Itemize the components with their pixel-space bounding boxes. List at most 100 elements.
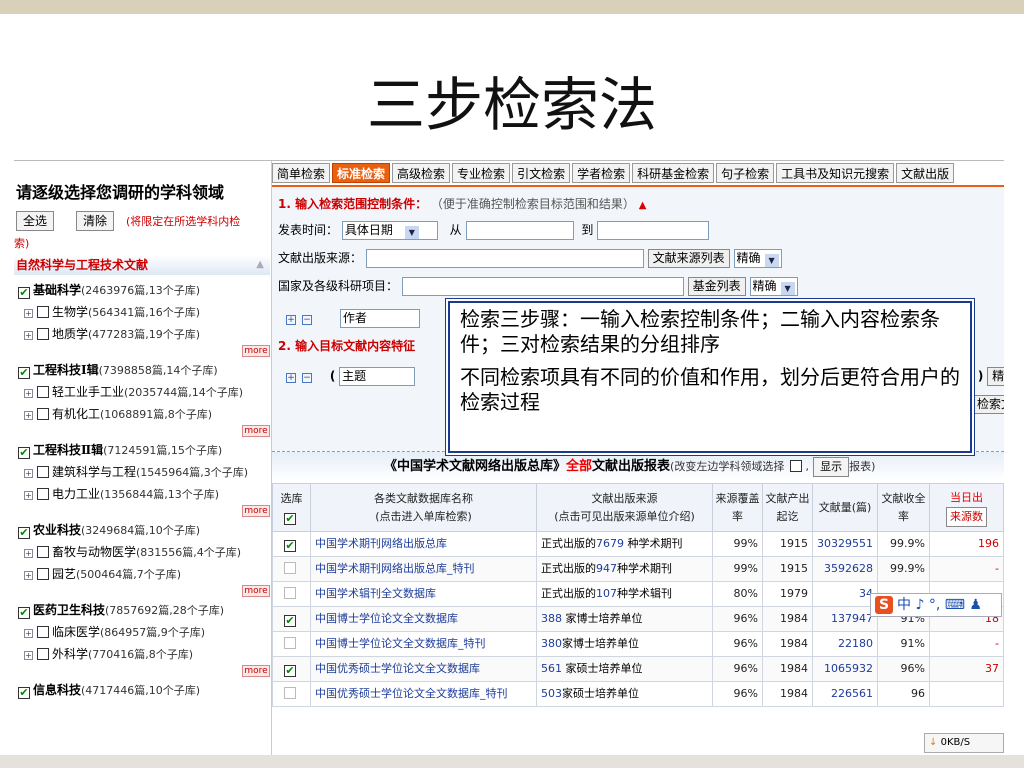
source-count-link[interactable]: 7679	[596, 537, 624, 550]
subject-item[interactable]: ✔ 基础科学(2463976篇,13个子库)	[14, 279, 270, 301]
subject-item[interactable]: + 轻工业手工业(2035744篇,14个子库)	[14, 381, 270, 403]
tab-8[interactable]: 工具书及知识元搜索	[776, 163, 895, 183]
category-header[interactable]: 自然科学与工程技术文献 ▲	[14, 255, 270, 275]
row-checkbox[interactable]	[284, 687, 296, 699]
subject-checkbox[interactable]	[37, 386, 49, 398]
collapse-warn-icon[interactable]: ▲	[639, 200, 647, 211]
source-count-link[interactable]: 388	[541, 612, 562, 625]
expand-plus-icon[interactable]: +	[24, 331, 33, 340]
db-count-link[interactable]: 22180	[812, 631, 878, 657]
more-button[interactable]: more	[242, 585, 270, 597]
db-count-link[interactable]: 3592628	[812, 556, 878, 582]
select-all-button[interactable]: 全选	[16, 211, 55, 231]
more-button[interactable]: more	[242, 505, 270, 517]
subject-name[interactable]: 基础科学	[33, 283, 81, 297]
add-row-icon[interactable]: +	[286, 373, 296, 383]
db-name-link[interactable]: 中国学术辑刊全文数据库	[310, 581, 537, 607]
fund-exact-select[interactable]: 精确 ▼	[749, 277, 798, 296]
tab-0[interactable]: 简单检索	[272, 163, 331, 183]
expand-plus-icon[interactable]: +	[24, 389, 33, 398]
subject-item[interactable]: + 生物学(564341篇,16个子库)	[14, 301, 270, 323]
remove-row-icon[interactable]: −	[302, 315, 312, 325]
subject-item[interactable]: ✔ 农业科技(3249684篇,10个子库)	[14, 519, 270, 541]
source-list-button[interactable]: 文献来源列表	[647, 249, 730, 268]
subject-name[interactable]: 轻工业手工业	[52, 385, 124, 399]
collapse-up-icon[interactable]: ▲	[256, 255, 264, 275]
subject-item[interactable]: ✔ 医药卫生科技(7857692篇,28个子库)	[14, 599, 270, 621]
row-checkbox[interactable]: ✔	[284, 614, 296, 627]
search-doc-button[interactable]: 检索文	[972, 395, 1004, 414]
source-count-link[interactable]: 503	[541, 687, 562, 700]
tab-5[interactable]: 学者检索	[572, 163, 631, 183]
subject-checkbox[interactable]	[37, 648, 49, 660]
subject-item[interactable]: + 外科学(770416篇,8个子库)	[14, 643, 270, 665]
subject-checkbox[interactable]: ✔	[18, 687, 30, 699]
tab-2[interactable]: 高级检索	[392, 163, 451, 183]
subject-name[interactable]: 生物学	[52, 305, 88, 319]
row-checkbox[interactable]: ✔	[284, 539, 296, 552]
db-name-link[interactable]: 中国学术期刊网络出版总库	[310, 531, 537, 557]
tab-4[interactable]: 引文检索	[512, 163, 571, 183]
subject-checkbox[interactable]: ✔	[18, 607, 30, 619]
subject-checkbox[interactable]	[37, 546, 49, 558]
subject-checkbox[interactable]	[37, 626, 49, 638]
subject-checkbox[interactable]	[37, 306, 49, 318]
add-row-icon[interactable]: +	[286, 315, 296, 325]
subject-checkbox[interactable]	[37, 488, 49, 500]
remove-row-icon[interactable]: −	[302, 373, 312, 383]
subject-checkbox[interactable]	[37, 568, 49, 580]
db-count-link[interactable]: 1065932	[812, 656, 878, 682]
subject-name[interactable]: 工程科技Ⅰ辑	[33, 363, 99, 377]
show-button[interactable]: 显示	[813, 457, 850, 477]
more-button[interactable]: more	[242, 665, 270, 677]
clear-button[interactable]: 清除	[76, 211, 115, 231]
subject-name[interactable]: 电力工业	[52, 487, 100, 501]
right-exact-select[interactable]: 精确	[987, 367, 1004, 386]
subject-item[interactable]: + 建筑科学与工程(1545964篇,3个子库)	[14, 461, 270, 483]
source-count-link[interactable]: 947	[596, 562, 617, 575]
subject-checkbox[interactable]	[37, 328, 49, 340]
expand-plus-icon[interactable]: +	[24, 571, 33, 580]
subject-item[interactable]: + 电力工业(1356844篇,13个子库)	[14, 483, 270, 505]
row-checkbox[interactable]	[284, 587, 296, 599]
subject-name[interactable]: 建筑科学与工程	[52, 465, 136, 479]
db-name-link[interactable]: 中国优秀硕士学位论文全文数据库_特刊	[310, 681, 537, 707]
more-button[interactable]: more	[242, 345, 270, 357]
expand-plus-icon[interactable]: +	[24, 469, 33, 478]
date-from-input[interactable]	[465, 221, 574, 240]
db-count-link[interactable]: 30329551	[812, 531, 878, 557]
subject-name[interactable]: 外科学	[52, 647, 88, 661]
banner-checkbox[interactable]	[790, 460, 803, 472]
subject-name[interactable]: 农业科技	[33, 523, 81, 537]
tab-7[interactable]: 句子检索	[716, 163, 775, 183]
subject-name[interactable]: 临床医学	[52, 625, 100, 639]
subject-item[interactable]: ✔ 工程科技Ⅱ辑(7124591篇,15个子库)	[14, 439, 270, 461]
subject-name[interactable]: 园艺	[52, 567, 76, 581]
row-checkbox[interactable]: ✔	[284, 664, 296, 677]
subject-checkbox[interactable]: ✔	[18, 527, 30, 539]
subject-name[interactable]: 畜牧与动物医学	[52, 545, 136, 559]
source-count-link[interactable]: 561	[541, 662, 562, 675]
row-checkbox[interactable]	[284, 562, 296, 574]
subject-item[interactable]: + 园艺(500464篇,7个子库)	[14, 563, 270, 585]
subject-item[interactable]: + 地质学(477283篇,19个子库)	[14, 323, 270, 345]
db-count-link[interactable]: 137947	[812, 606, 878, 632]
date-to-input[interactable]	[597, 221, 710, 240]
subject-name[interactable]: 地质学	[52, 327, 88, 341]
fund-list-button[interactable]: 基金列表	[687, 277, 746, 296]
subject-name[interactable]: 信息科技	[33, 683, 81, 697]
subject-checkbox[interactable]: ✔	[18, 287, 30, 299]
expand-plus-icon[interactable]: +	[24, 549, 33, 558]
db-count-link[interactable]: 34	[812, 581, 878, 607]
subject-name[interactable]: 工程科技Ⅱ辑	[33, 443, 103, 457]
subject-checkbox[interactable]: ✔	[18, 367, 30, 379]
subject-checkbox[interactable]	[37, 466, 49, 478]
db-name-link[interactable]: 中国学术期刊网络出版总库_特刊	[310, 556, 537, 582]
source-input[interactable]	[365, 249, 644, 268]
expand-plus-icon[interactable]: +	[24, 309, 33, 318]
tab-3[interactable]: 专业检索	[452, 163, 511, 183]
subject-checkbox[interactable]: ✔	[18, 447, 30, 459]
author-field-select[interactable]: 作者	[339, 309, 420, 328]
fund-input[interactable]	[401, 277, 684, 296]
tab-6[interactable]: 科研基金检索	[632, 163, 715, 183]
